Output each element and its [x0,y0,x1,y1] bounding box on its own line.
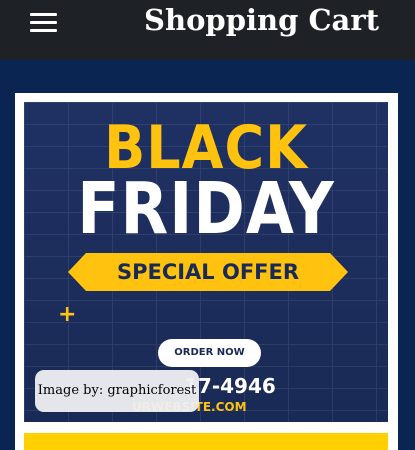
image-credit: Image by: graphicforest [35,370,199,412]
menu-line [30,21,57,24]
banner-ribbon-text: SPECIAL OFFER [116,260,300,284]
hamburger-menu-icon[interactable] [30,13,57,33]
app-header: Shopping Cart [0,0,415,60]
banner-order-now: ORDER NOW [158,339,261,367]
menu-line [30,13,57,16]
plus-icon: + [58,302,77,327]
page-title: Shopping Cart [144,3,379,37]
menu-line [30,29,57,32]
banner-headline-friday: FRIDAY [77,166,335,251]
product-strip [24,433,388,450]
banner-ribbon: SPECIAL OFFER [68,253,348,291]
